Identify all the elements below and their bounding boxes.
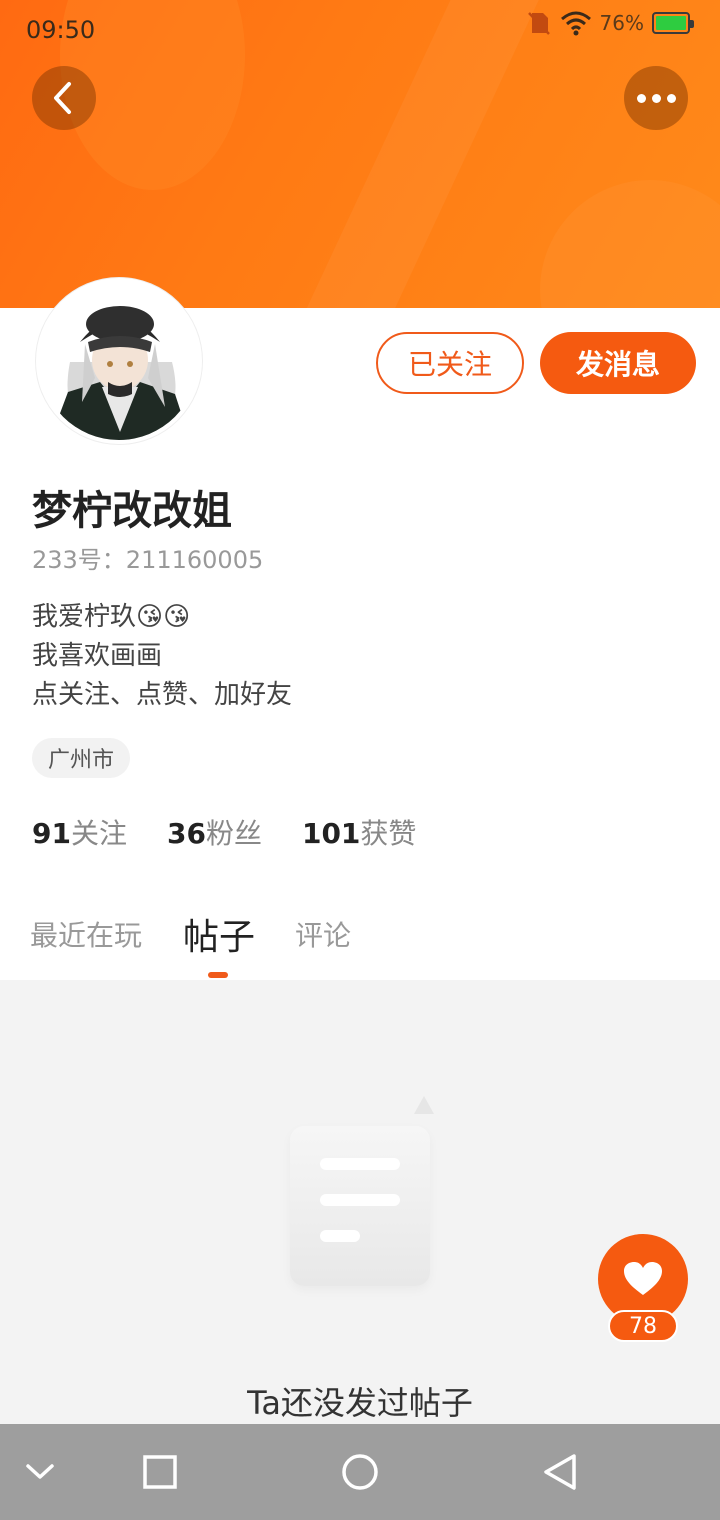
back-button[interactable] [32,66,96,130]
chevron-down-icon [26,1464,54,1479]
stat-label: 关注 [70,817,127,850]
nav-back-button[interactable] [536,1424,584,1520]
profile-stats: 91关注 36粉丝 101获赞 [32,812,416,852]
tab-active-indicator [208,972,228,978]
bio-line: 点关注、点赞、加好友 [32,680,293,710]
stat-following[interactable]: 91关注 [32,812,127,852]
tab-posts[interactable]: 帖子 [183,908,255,960]
more-button[interactable] [624,66,688,130]
nav-recents-button[interactable] [136,1424,184,1520]
empty-document-icon [290,1096,434,1286]
square-icon [143,1455,177,1489]
more-dots-icon [636,93,676,103]
profile-name: 梦柠改改姐 [32,488,232,534]
banner-decoration [540,180,720,308]
empty-state-text: Ta还没发过帖子 [247,1384,473,1422]
stat-number: 36 [166,817,206,850]
profile-tabs: 最近在玩 帖子 评论 [0,900,720,980]
stat-label: 粉丝 [205,817,262,850]
heart-icon [624,1262,662,1295]
bio-line: 我爱柠玖😘😘 [32,602,191,632]
no-sim-icon [527,12,550,35]
battery-percent: 76% [599,11,644,35]
status-bar: 09:50 76% [0,0,720,56]
like-count: 78 [608,1310,678,1342]
battery-icon [652,12,694,34]
circle-icon [342,1454,378,1490]
nav-home-button[interactable] [336,1424,384,1520]
status-icons: 76% [526,10,694,36]
avatar-image [40,282,198,440]
send-message-button[interactable]: 发消息 [540,332,696,394]
stat-label: 获赞 [360,817,417,850]
nav-collapse-button[interactable] [20,1424,60,1520]
stat-number: 91 [32,817,71,850]
system-nav-bar [0,1424,720,1520]
avatar[interactable] [36,278,202,444]
stat-likes[interactable]: 101获赞 [302,812,416,852]
location-tag: 广州市 [32,738,131,778]
stat-fans[interactable]: 36粉丝 [167,812,262,852]
status-time: 09:50 [26,16,96,44]
triangle-back-icon [544,1454,576,1490]
tab-comments[interactable]: 评论 [295,914,351,954]
tab-recently-played[interactable]: 最近在玩 [30,914,142,954]
stat-number: 101 [301,817,361,850]
profile-bio: 我爱柠玖😘😘 我喜欢画画 点关注、点赞、加好友 [32,598,292,715]
chevron-left-icon [54,82,71,114]
profile-uid: 233号：211160005 [32,546,264,574]
following-button[interactable]: 已关注 [376,332,524,394]
bio-line: 我喜欢画画 [32,641,163,671]
wifi-icon [560,11,591,36]
